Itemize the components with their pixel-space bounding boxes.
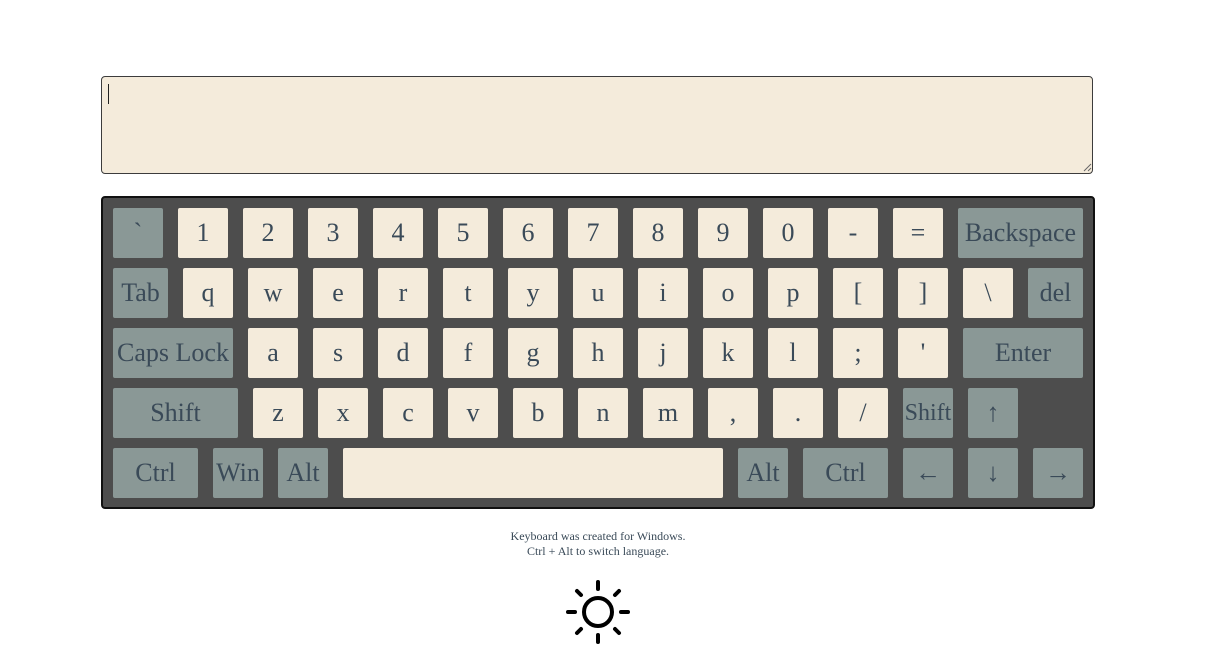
sun-icon[interactable] bbox=[565, 579, 631, 645]
key-7[interactable]: 7 bbox=[568, 208, 618, 258]
key-0[interactable]: 0 bbox=[763, 208, 813, 258]
text-input[interactable] bbox=[101, 76, 1093, 174]
key-backspace[interactable]: Backspace bbox=[958, 208, 1083, 258]
key-c[interactable]: c bbox=[383, 388, 433, 438]
key-u[interactable]: u bbox=[573, 268, 623, 318]
key-y[interactable]: y bbox=[508, 268, 558, 318]
key-3[interactable]: 3 bbox=[308, 208, 358, 258]
key-backtick[interactable]: ` bbox=[113, 208, 163, 258]
key-s[interactable]: s bbox=[313, 328, 363, 378]
key-arrow-up[interactable]: ↑ bbox=[968, 388, 1018, 438]
key-n[interactable]: n bbox=[578, 388, 628, 438]
key-r[interactable]: r bbox=[378, 268, 428, 318]
key-h[interactable]: h bbox=[573, 328, 623, 378]
footer-note-line1: Keyboard was created for Windows. bbox=[510, 529, 686, 543]
key-minus[interactable]: - bbox=[828, 208, 878, 258]
key-alt-left[interactable]: Alt bbox=[278, 448, 328, 498]
key-enter[interactable]: Enter bbox=[963, 328, 1083, 378]
key-t[interactable]: t bbox=[443, 268, 493, 318]
key-g[interactable]: g bbox=[508, 328, 558, 378]
key-delete[interactable]: del bbox=[1028, 268, 1083, 318]
key-p[interactable]: p bbox=[768, 268, 818, 318]
key-comma[interactable]: , bbox=[708, 388, 758, 438]
key-z[interactable]: z bbox=[253, 388, 303, 438]
key-left-bracket[interactable]: [ bbox=[833, 268, 883, 318]
key-shift-left[interactable]: Shift bbox=[113, 388, 238, 438]
key-tab[interactable]: Tab bbox=[113, 268, 168, 318]
key-5[interactable]: 5 bbox=[438, 208, 488, 258]
key-q[interactable]: q bbox=[183, 268, 233, 318]
key-space[interactable] bbox=[343, 448, 723, 498]
key-v[interactable]: v bbox=[448, 388, 498, 438]
key-o[interactable]: o bbox=[703, 268, 753, 318]
key-l[interactable]: l bbox=[768, 328, 818, 378]
key-e[interactable]: e bbox=[313, 268, 363, 318]
key-b[interactable]: b bbox=[513, 388, 563, 438]
key-4[interactable]: 4 bbox=[373, 208, 423, 258]
key-arrow-left[interactable]: ← bbox=[903, 448, 953, 498]
key-j[interactable]: j bbox=[638, 328, 688, 378]
key-slash[interactable]: / bbox=[838, 388, 888, 438]
key-1[interactable]: 1 bbox=[178, 208, 228, 258]
key-d[interactable]: d bbox=[378, 328, 428, 378]
key-win[interactable]: Win bbox=[213, 448, 263, 498]
key-ctrl-right[interactable]: Ctrl bbox=[803, 448, 888, 498]
key-ctrl-left[interactable]: Ctrl bbox=[113, 448, 198, 498]
footer-note-line2: Ctrl + Alt to switch language. bbox=[526, 544, 670, 558]
key-i[interactable]: i bbox=[638, 268, 688, 318]
key-right-bracket[interactable]: ] bbox=[898, 268, 948, 318]
virtual-keyboard: ` 1 2 3 4 5 6 7 8 9 0 - = Backspace Tab … bbox=[101, 196, 1095, 509]
key-caps-lock[interactable]: Caps Lock bbox=[113, 328, 233, 378]
key-9[interactable]: 9 bbox=[698, 208, 748, 258]
key-arrow-right[interactable]: → bbox=[1033, 448, 1083, 498]
key-w[interactable]: w bbox=[248, 268, 298, 318]
key-6[interactable]: 6 bbox=[503, 208, 553, 258]
key-arrow-down[interactable]: ↓ bbox=[968, 448, 1018, 498]
text-cursor bbox=[108, 84, 109, 104]
key-quote[interactable]: ' bbox=[898, 328, 948, 378]
key-k[interactable]: k bbox=[703, 328, 753, 378]
key-8[interactable]: 8 bbox=[633, 208, 683, 258]
key-alt-right[interactable]: Alt bbox=[738, 448, 788, 498]
key-semicolon[interactable]: ; bbox=[833, 328, 883, 378]
key-period[interactable]: . bbox=[773, 388, 823, 438]
key-backslash[interactable]: \ bbox=[963, 268, 1013, 318]
key-f[interactable]: f bbox=[443, 328, 493, 378]
key-shift-right[interactable]: Shift bbox=[903, 388, 953, 438]
key-2[interactable]: 2 bbox=[243, 208, 293, 258]
key-a[interactable]: a bbox=[248, 328, 298, 378]
key-equals[interactable]: = bbox=[893, 208, 943, 258]
key-x[interactable]: x bbox=[318, 388, 368, 438]
key-m[interactable]: m bbox=[643, 388, 693, 438]
